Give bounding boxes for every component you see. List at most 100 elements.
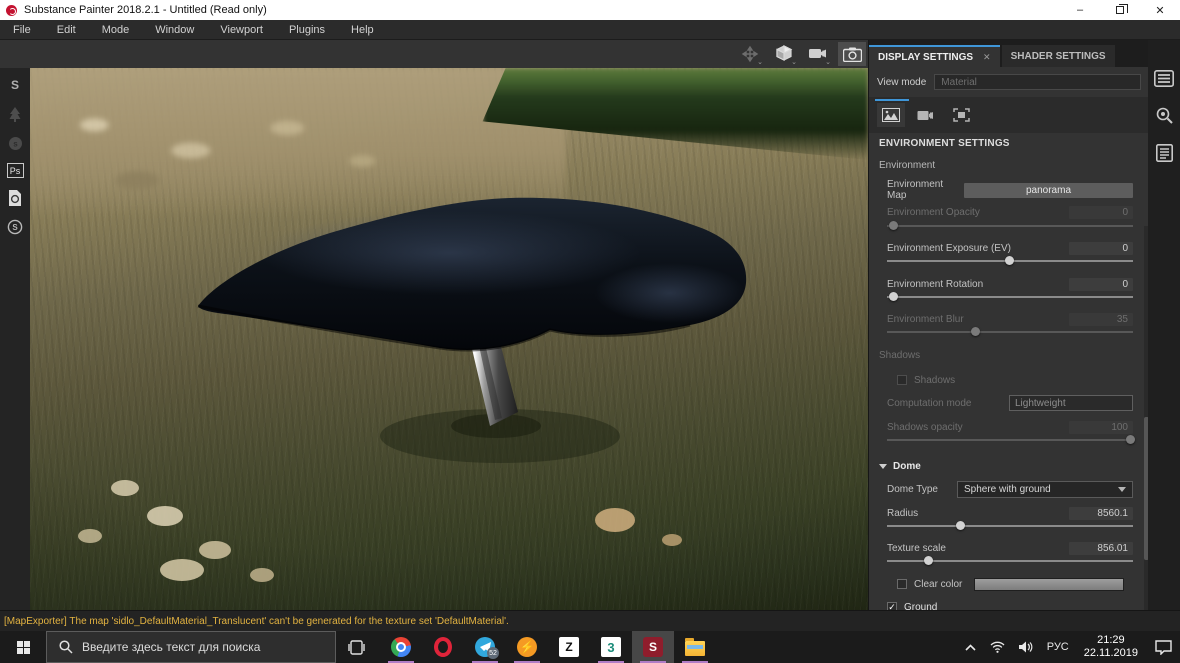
start-button[interactable]	[0, 631, 46, 663]
viewer-frame-icon[interactable]	[947, 103, 975, 127]
radius-slider[interactable]	[887, 521, 1133, 531]
computation-mode-row: Computation mode Lightweight	[887, 395, 1133, 411]
computation-mode-label: Computation mode	[887, 398, 972, 409]
radius-row: Radius 8560.1	[887, 505, 1133, 521]
clear-color-swatch[interactable]	[974, 578, 1124, 591]
texture-scale-slider[interactable]	[887, 556, 1133, 566]
telegram-icon[interactable]: 52	[464, 631, 506, 663]
display-settings-panel: DISPLAY SETTINGS ✕ SHADER SETTINGS View …	[868, 40, 1148, 610]
view-mode-row: View mode Material	[869, 70, 1149, 94]
menu-help[interactable]: Help	[338, 20, 387, 40]
camera-display-icon[interactable]	[912, 103, 940, 127]
hidden-icons-chevron[interactable]	[958, 631, 983, 663]
chevron-down-icon	[1118, 487, 1126, 492]
volume-icon[interactable]	[1012, 631, 1040, 663]
substance-painter-icon[interactable]: S	[632, 631, 674, 663]
environment-exposure-label: Environment Exposure (EV)	[887, 243, 1011, 254]
clear-color-row: Clear color	[897, 577, 1124, 591]
environment-blur-label: Environment Blur	[887, 314, 964, 325]
document-export-icon[interactable]	[6, 189, 24, 207]
language-indicator[interactable]: РУС	[1040, 631, 1076, 663]
layers-list-icon[interactable]	[1154, 70, 1174, 92]
action-center-icon[interactable]	[1146, 631, 1180, 663]
substance-painter-window: Substance Painter 2018.2.1 - Untitled (R…	[0, 0, 1180, 663]
texture-scale-row: Texture scale 856.01	[887, 540, 1133, 556]
wifi-icon[interactable]	[983, 631, 1012, 663]
gizmo-icon[interactable]: ⌄	[736, 42, 764, 66]
file-explorer-icon[interactable]	[674, 631, 716, 663]
environment-rotation-row: Environment Rotation 0	[887, 276, 1133, 292]
windows-logo-icon	[17, 641, 30, 654]
minimize-button[interactable]: –	[1060, 0, 1100, 20]
tree-plugin-icon[interactable]	[6, 105, 24, 123]
restore-button[interactable]	[1100, 0, 1140, 20]
shadows-checkbox	[897, 375, 907, 385]
camera-view-icon[interactable]: ⌄	[804, 42, 832, 66]
perspective-cube-icon[interactable]: ⌄	[770, 42, 798, 66]
close-button[interactable]: ✕	[1140, 0, 1180, 20]
menubar: File Edit Mode Window Viewport Plugins H…	[0, 20, 1180, 40]
viewport-3d[interactable]	[30, 68, 868, 610]
view-mode-icon-bar	[869, 97, 1149, 133]
flame-launcher-icon[interactable]: ⚡	[506, 631, 548, 663]
opera-icon[interactable]	[422, 631, 464, 663]
window-title: Substance Painter 2018.2.1 - Untitled (R…	[24, 4, 267, 16]
task-view-icon[interactable]	[336, 631, 376, 663]
menu-window[interactable]: Window	[142, 20, 207, 40]
3ds-max-icon[interactable]: 3	[590, 631, 632, 663]
search-placeholder: Введите здесь текст для поиска	[82, 640, 260, 654]
shadows-opacity-label: Shadows opacity	[887, 422, 963, 433]
environment-opacity-value: 0	[1069, 206, 1133, 219]
taskbar-apps: 52 ⚡ Z 3 S	[380, 631, 716, 663]
log-message: [MapExporter] The map 'sidlo_DefaultMate…	[0, 616, 509, 627]
radius-label: Radius	[887, 508, 918, 519]
environment-rotation-value[interactable]: 0	[1069, 278, 1133, 291]
substance-logo-icon[interactable]: S	[6, 76, 24, 94]
chevron-down-icon: ⌄	[757, 58, 763, 66]
texture-scale-value[interactable]: 856.01	[1069, 542, 1133, 555]
tab-close-icon[interactable]: ✕	[983, 52, 991, 63]
chevron-down-icon: ⌄	[825, 58, 831, 66]
menu-edit[interactable]: Edit	[44, 20, 89, 40]
tab-shader-settings[interactable]: SHADER SETTINGS	[1002, 45, 1115, 67]
log-document-icon[interactable]	[1156, 144, 1173, 167]
environment-map-button[interactable]: panorama	[964, 183, 1133, 198]
search-icon	[59, 640, 73, 654]
tab-display-settings[interactable]: DISPLAY SETTINGS ✕	[869, 45, 1000, 67]
environment-settings-header: ENVIRONMENT SETTINGS	[879, 138, 1010, 149]
clear-color-checkbox[interactable]	[897, 579, 907, 589]
right-dock-strip	[1148, 40, 1180, 610]
menu-mode[interactable]: Mode	[89, 20, 143, 40]
taskbar-clock[interactable]: 21:29 22.11.2019	[1076, 634, 1146, 660]
computation-mode-field: Lightweight	[1009, 395, 1133, 411]
sphere-plugin-icon[interactable]: s	[6, 134, 24, 152]
clock-time: 21:29	[1097, 634, 1125, 647]
menu-file[interactable]: File	[0, 20, 44, 40]
snapshot-camera-icon[interactable]	[838, 42, 866, 66]
inspect-zoom-icon[interactable]	[1155, 106, 1174, 130]
dome-type-select[interactable]: Sphere with ground	[957, 481, 1133, 498]
environment-rotation-label: Environment Rotation	[887, 279, 983, 290]
resources-icon[interactable]: S	[6, 218, 24, 236]
photoshop-icon[interactable]: Ps	[7, 163, 24, 178]
dome-section-header[interactable]: Dome	[879, 461, 921, 472]
chrome-icon[interactable]	[380, 631, 422, 663]
environment-exposure-value[interactable]: 0	[1069, 242, 1133, 255]
svg-text:s: s	[13, 139, 18, 148]
substance-painter-logo-icon	[6, 5, 17, 16]
shadows-checkbox-label: Shadows	[914, 375, 955, 386]
environment-rotation-slider[interactable]	[887, 292, 1133, 302]
dome-header-label: Dome	[893, 461, 921, 472]
menu-plugins[interactable]: Plugins	[276, 20, 338, 40]
zbrush-icon[interactable]: Z	[548, 631, 590, 663]
taskbar-search-input[interactable]: Введите здесь текст для поиска	[46, 631, 336, 663]
view-mode-select[interactable]: Material	[934, 74, 1141, 90]
material-view-icon[interactable]	[877, 103, 905, 127]
tab-display-settings-label: DISPLAY SETTINGS	[878, 52, 973, 63]
viewport-toolbar: ⌄ ⌄ ⌄	[0, 40, 868, 68]
menu-viewport[interactable]: Viewport	[207, 20, 276, 40]
radius-value[interactable]: 8560.1	[1069, 507, 1133, 520]
environment-map-row: Environment Map panorama	[887, 182, 1133, 198]
clock-date: 22.11.2019	[1084, 647, 1138, 660]
environment-exposure-slider[interactable]	[887, 256, 1133, 266]
